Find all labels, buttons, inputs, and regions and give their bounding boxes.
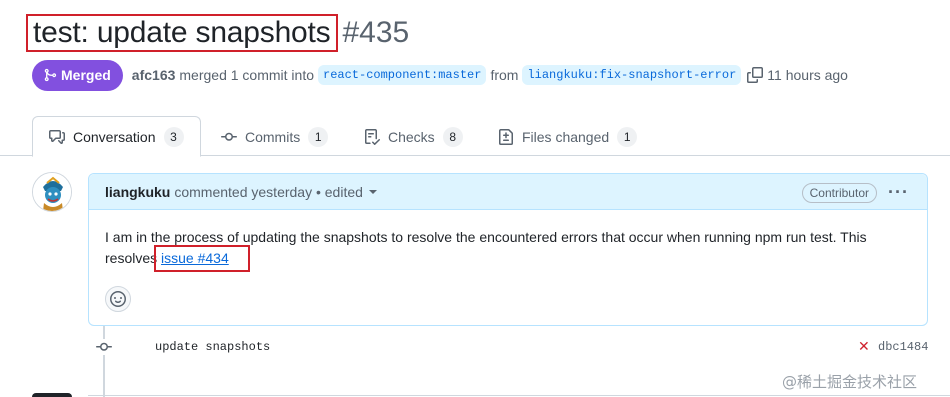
issue-link[interactable]: issue #434 xyxy=(161,250,229,266)
tab-files-count: 1 xyxy=(617,126,638,147)
issue-link-highlight: issue #434 xyxy=(154,245,250,272)
merged-label: Merged xyxy=(61,67,111,83)
git-commit-icon xyxy=(95,339,113,355)
pr-tabs: Conversation 3 Commits 1 Checks 8 Files … xyxy=(0,116,950,157)
tab-commits-label: Commits xyxy=(245,128,301,145)
pr-title-row: test: update snapshots #435 xyxy=(26,13,409,53)
tab-checks-count: 8 xyxy=(442,126,463,147)
tab-checks[interactable]: Checks 8 xyxy=(364,116,463,157)
comment-header: liangkuku commented yesterday • edited C… xyxy=(89,174,927,210)
merger-link[interactable]: afc163 xyxy=(132,67,176,83)
comment-author[interactable]: liangkuku xyxy=(105,184,170,200)
base-branch-link[interactable]: react-component:master xyxy=(318,65,487,85)
avatar[interactable] xyxy=(32,172,72,212)
smiley-icon xyxy=(110,291,126,307)
copy-icon[interactable] xyxy=(747,67,764,83)
from-text: from xyxy=(490,67,519,83)
file-diff-icon xyxy=(499,128,513,145)
pr-number: #435 xyxy=(342,16,410,49)
commit-message-link[interactable]: update snapshots xyxy=(155,340,270,354)
tab-files-label: Files changed xyxy=(522,128,610,145)
tab-conversation-count: 3 xyxy=(163,126,184,147)
pr-meta-row: Merged afc163 merged 1 commit into react… xyxy=(32,59,848,91)
commit-sha-link[interactable]: dbc1484 xyxy=(878,340,928,354)
git-merge-icon xyxy=(44,68,57,82)
tab-checks-label: Checks xyxy=(388,128,435,145)
tab-conversation-label: Conversation xyxy=(73,128,156,145)
comment-discussion-icon xyxy=(49,129,65,144)
checklist-icon xyxy=(365,128,380,145)
watermark: @稀土掘金技术社区 xyxy=(782,373,918,391)
tab-commits[interactable]: Commits 1 xyxy=(221,116,329,157)
tab-files-changed[interactable]: Files changed 1 xyxy=(498,116,638,157)
add-reaction-button[interactable] xyxy=(105,286,131,312)
git-commit-icon xyxy=(221,132,237,141)
tab-commits-count: 1 xyxy=(308,126,329,147)
comment-body: I am in the process of updating the snap… xyxy=(89,210,927,272)
merged-status-badge: Merged xyxy=(32,59,123,91)
merge-action-text: merged 1 commit into xyxy=(179,67,314,83)
next-avatar xyxy=(32,393,72,397)
head-branch-link[interactable]: liangkuku:fix-snapshort-error xyxy=(522,65,742,85)
pr-title: test: update snapshots xyxy=(33,16,331,49)
failed-status-icon[interactable]: ✕ xyxy=(858,338,870,355)
tab-conversation[interactable]: Conversation 3 xyxy=(32,116,201,157)
comment-meta: commented yesterday • edited xyxy=(174,183,363,200)
comment-box: liangkuku commented yesterday • edited C… xyxy=(88,173,928,326)
kebab-menu-icon[interactable]: ··· xyxy=(888,182,909,203)
edited-dropdown-caret-icon[interactable] xyxy=(368,189,377,194)
pr-title-highlight: test: update snapshots xyxy=(26,14,339,52)
merge-time: 11 hours ago xyxy=(767,67,848,83)
timeline-line xyxy=(103,326,105,397)
contributor-badge: Contributor xyxy=(801,183,877,203)
